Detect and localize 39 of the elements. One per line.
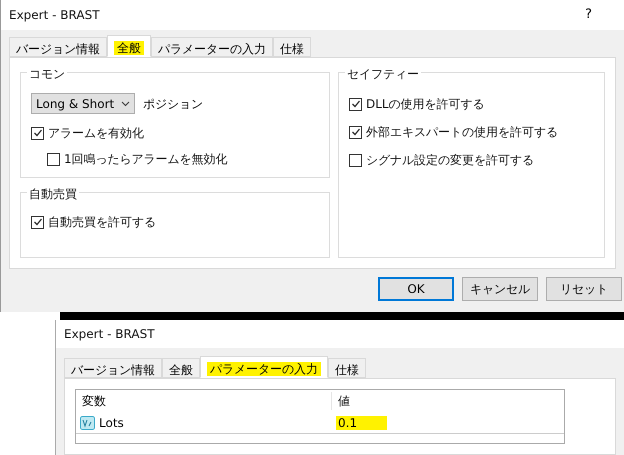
checkbox-label: 1回鳴ったらアラームを無効化 <box>64 151 228 168</box>
checkbox[interactable] <box>349 98 362 110</box>
checkbox[interactable] <box>47 152 60 166</box>
variable-icon <box>80 416 95 430</box>
column-header: 変数 <box>76 392 332 410</box>
window-title: Expert - BRAST <box>64 326 155 343</box>
tab[interactable]: 全般 <box>162 358 200 378</box>
tab[interactable]: バージョン情報 <box>9 37 107 57</box>
checkbox[interactable] <box>31 126 44 140</box>
checkbox[interactable] <box>349 126 362 138</box>
dialog-button[interactable]: リセット <box>546 277 622 301</box>
checkbox[interactable] <box>31 216 44 228</box>
chevron-down-icon <box>121 100 130 106</box>
check-icon <box>350 127 360 137</box>
tab[interactable]: 仕様 <box>273 37 311 57</box>
check-icon <box>350 99 360 109</box>
checkbox-label: 自動売買を許可する <box>48 214 156 231</box>
table-cell-text: Lots <box>99 414 124 432</box>
dialog-button[interactable]: キャンセル <box>462 277 538 301</box>
tab[interactable]: 全般 <box>107 35 151 57</box>
position-label: ポジション <box>143 96 203 112</box>
check-icon <box>32 128 42 138</box>
group-title: 自動売買 <box>27 185 79 203</box>
tab[interactable]: 仕様 <box>328 358 366 378</box>
tab[interactable]: パラメーターの入力 <box>200 356 328 378</box>
column-header: 値 <box>337 393 351 410</box>
checkbox-label: DLLの使用を許可する <box>366 96 485 113</box>
tab[interactable]: パラメーターの入力 <box>151 37 273 57</box>
dialog-button[interactable]: OK <box>378 277 454 301</box>
position-dropdown[interactable]: Long & Short <box>31 93 135 114</box>
table-cell: 0.1 <box>336 416 388 430</box>
checkbox-label: アラームを有効化 <box>48 125 144 142</box>
tab[interactable]: バージョン情報 <box>64 358 162 378</box>
window-title: Expert - BRAST <box>9 7 100 24</box>
checkbox-label: 外部エキスパートの使用を許可する <box>366 124 558 141</box>
checkbox[interactable] <box>349 154 362 166</box>
checkbox-label: シグナル設定の変更を許可する <box>366 152 534 169</box>
check-icon <box>32 217 42 227</box>
help-button[interactable]: ? <box>585 5 592 25</box>
